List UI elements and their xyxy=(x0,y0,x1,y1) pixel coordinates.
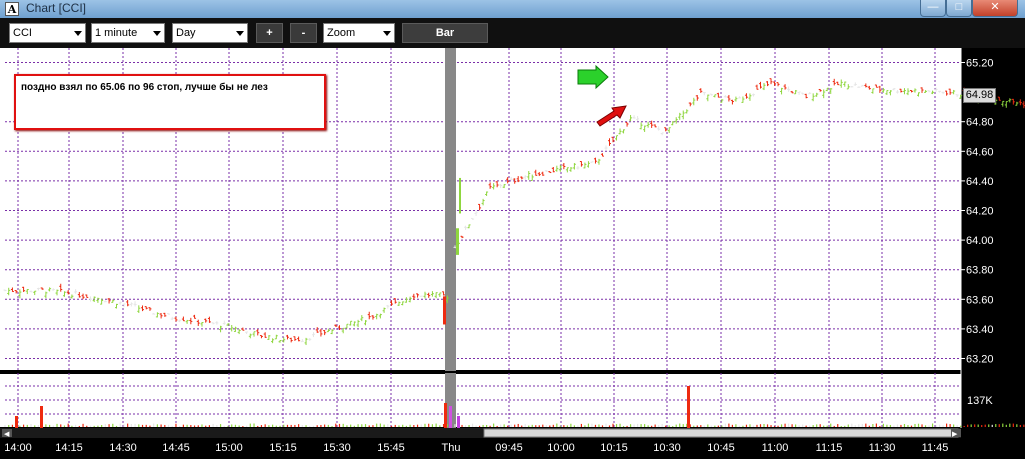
volume-tick-label: 137K xyxy=(967,395,993,407)
time-tick-label: 10:30 xyxy=(653,442,681,454)
price-bar-open-gap xyxy=(456,228,459,255)
time-tick-label: Thu xyxy=(442,442,461,454)
annotation-text: поздно взял по 65.06 по 96 стоп, лучше б… xyxy=(21,82,268,93)
price-tick-label: 65.20 xyxy=(966,58,994,70)
time-tick-label: 14:45 xyxy=(162,442,190,454)
price-tick-label: 64.40 xyxy=(966,176,994,188)
volume-spike xyxy=(15,416,18,428)
time-tick-label: 15:15 xyxy=(269,442,297,454)
time-tick-label: 11:15 xyxy=(816,442,843,454)
price-tick-label: 63.60 xyxy=(966,294,994,306)
time-tick-label: 11:45 xyxy=(922,442,949,454)
maximize-icon: □ xyxy=(955,1,963,13)
close-icon: ✕ xyxy=(990,1,1000,13)
panel-divider xyxy=(0,370,961,374)
volume-panel xyxy=(0,373,961,427)
chevron-down-icon xyxy=(74,31,82,36)
chevron-down-icon xyxy=(153,31,161,36)
zoom-in-button[interactable]: + xyxy=(256,23,283,43)
interval-value: 1 minute xyxy=(95,27,138,39)
minimize-button[interactable]: — xyxy=(920,0,946,17)
window-title: Chart [CCI] xyxy=(26,1,87,15)
period-value: Day xyxy=(176,27,196,39)
chevron-down-icon xyxy=(383,31,391,36)
annotation-box[interactable]: поздно взял по 65.06 по 96 стоп, лучше б… xyxy=(14,74,326,130)
chevron-left-icon: ◀ xyxy=(4,431,10,438)
time-tick-label: 15:30 xyxy=(323,442,351,454)
bar-style-button[interactable]: Bar xyxy=(402,23,488,43)
price-tick-label: 64.60 xyxy=(966,146,994,158)
time-tick-label: 14:15 xyxy=(55,442,83,454)
chart-area[interactable]: 14:00 14:15 14:30 14:45 15:00 15:15 15:30 15:45… xyxy=(0,48,1025,459)
time-tick-label: 09:45 xyxy=(495,442,523,454)
maximize-button[interactable]: □ xyxy=(946,0,972,17)
time-tick-label: 14:00 xyxy=(4,442,32,454)
time-tick-label: 15:45 xyxy=(377,442,405,454)
scrollbar-thumb xyxy=(483,428,959,438)
zoom-value: Zoom xyxy=(327,27,356,39)
title-bar: A Chart [CCI] — □ ✕ xyxy=(0,0,1025,18)
time-tick-label: 11:00 xyxy=(762,442,789,454)
symbol-value: CCI xyxy=(13,27,32,39)
price-tick-label: 63.40 xyxy=(966,324,994,336)
zoom-out-button[interactable]: - xyxy=(290,23,317,43)
period-select[interactable]: Day xyxy=(172,23,248,43)
last-price-tag: 64.98 xyxy=(963,88,996,103)
price-bar-gap xyxy=(443,296,446,325)
volume-spike xyxy=(449,406,452,428)
time-tick-label: 10:45 xyxy=(707,442,735,454)
chart-toolbar: CCI 1 minute Day + - Zoom Bar xyxy=(0,18,1025,48)
volume-spike xyxy=(457,416,460,428)
interval-select[interactable]: 1 minute xyxy=(91,23,165,43)
volume-spike xyxy=(687,386,690,428)
minimize-icon: — xyxy=(927,1,939,13)
price-tick-label: 64.00 xyxy=(966,235,994,247)
price-tick-label: 63.80 xyxy=(966,265,994,277)
chevron-right-icon: ▶ xyxy=(952,431,958,438)
time-tick-label: 10:00 xyxy=(547,442,575,454)
volume-spike xyxy=(444,403,447,428)
time-tick-label: 15:00 xyxy=(215,442,243,454)
price-tick-label: 64.80 xyxy=(966,117,994,129)
volume-spike xyxy=(40,406,43,428)
session-separator xyxy=(445,48,456,371)
price-bar-open-gap xyxy=(459,177,461,214)
time-tick-label: 14:30 xyxy=(109,442,137,454)
price-tick-label: 63.20 xyxy=(966,354,994,366)
zoom-select[interactable]: Zoom xyxy=(323,23,395,43)
price-tick-label: 64.20 xyxy=(966,206,994,218)
close-button[interactable]: ✕ xyxy=(972,0,1018,17)
time-tick-label: 10:15 xyxy=(600,442,628,454)
app-icon: A xyxy=(5,2,19,16)
symbol-select[interactable]: CCI xyxy=(9,23,86,43)
time-tick-label: 11:30 xyxy=(869,442,896,454)
chevron-down-icon xyxy=(236,31,244,36)
